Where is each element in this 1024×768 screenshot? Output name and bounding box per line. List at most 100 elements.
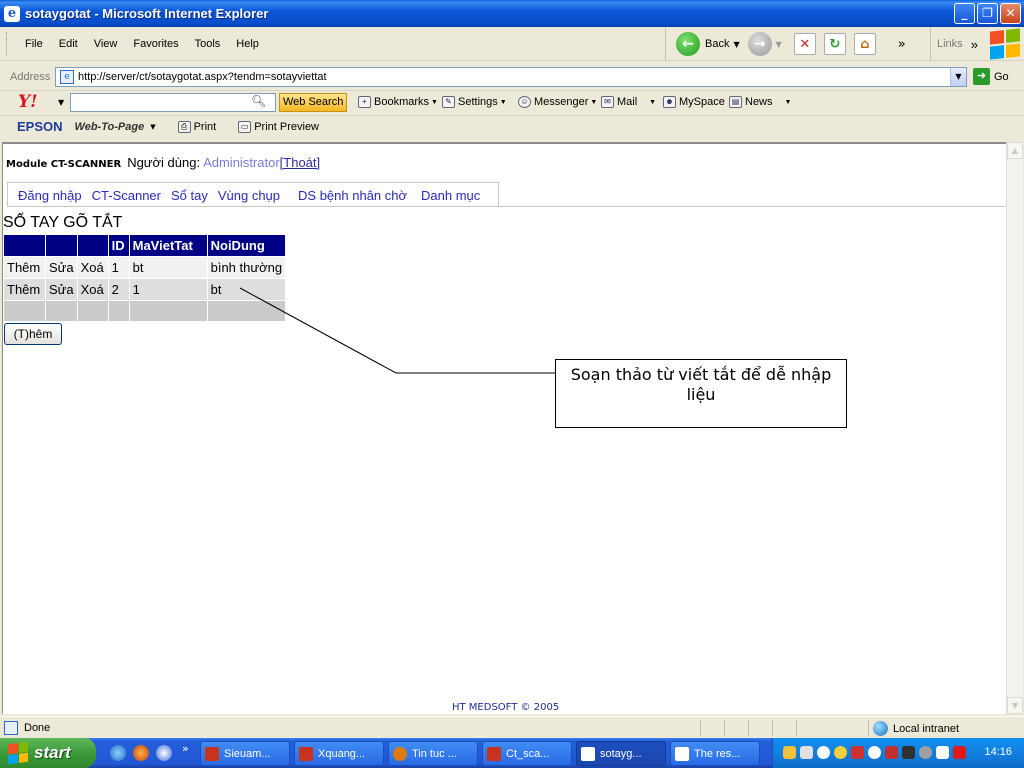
back-button-label[interactable]: Back (705, 38, 729, 50)
tray-icon[interactable] (919, 746, 932, 759)
page-status-icon (4, 720, 18, 735)
taskbar-button-sotaygotat[interactable]: sotayg... (576, 741, 666, 766)
page-footer: HT MEDSOFT © 2005 (452, 702, 560, 713)
bookmarks-button[interactable]: + Bookmarks ▼ (358, 96, 438, 108)
tray-icon[interactable] (936, 746, 949, 759)
myspace-button[interactable]: ☻ MySpace (663, 96, 725, 108)
tray-messenger-icon[interactable] (834, 746, 847, 759)
window-icon (581, 746, 595, 761)
magnifier-icon[interactable]: 🔍︎ (251, 94, 266, 108)
refresh-icon[interactable]: ↻ (823, 33, 846, 55)
quicklaunch-firefox-icon[interactable] (133, 745, 149, 761)
tray-icon[interactable] (800, 746, 813, 759)
address-input[interactable]: e http://server/ct/sotaygotat.aspx?tendm… (55, 67, 967, 87)
title-bar: e sotaygotat - Microsoft Internet Explor… (0, 0, 1024, 27)
status-text: Done (24, 721, 51, 734)
clock[interactable]: 14:16 (984, 746, 1012, 758)
tray-icon[interactable] (885, 746, 898, 759)
security-zone[interactable]: Local intranet (873, 721, 959, 736)
menu-file[interactable]: File (17, 38, 51, 50)
quicklaunch-overflow-icon[interactable]: » (182, 742, 189, 755)
menu-view[interactable]: View (86, 38, 126, 50)
windows-logo-icon (990, 28, 1020, 60)
print-preview-label: Print Preview (254, 120, 319, 133)
menu-edit[interactable]: Edit (51, 38, 86, 50)
page-content: Module CT-SCANNER Người dùng: Administra… (2, 142, 1006, 714)
yahoo-search-input[interactable] (70, 93, 276, 112)
yahoo-logo-icon[interactable]: Y! (18, 92, 52, 112)
tray-download-icon[interactable] (868, 746, 881, 759)
scroll-up-icon[interactable]: ▲ (1007, 142, 1023, 159)
menu-help[interactable]: Help (228, 38, 267, 50)
go-label: Go (994, 70, 1009, 83)
taskbar: start » Sieuam... Xquang... Tin tuc ... … (0, 738, 1024, 768)
ie-app-icon[interactable]: e (4, 5, 20, 22)
back-dropdown-icon[interactable]: ▼ (733, 40, 739, 49)
mail-label: Mail (617, 96, 638, 108)
settings-label: Settings (458, 96, 498, 108)
forward-dropdown-icon[interactable]: ▼ (776, 40, 782, 49)
yahoo-menu-dropdown-icon[interactable]: ▼ (58, 98, 64, 107)
mail-button[interactable]: ✉ Mail ▼ (601, 96, 656, 108)
tray-icon[interactable] (783, 746, 796, 759)
tray-antivirus-icon[interactable] (953, 746, 966, 759)
tray-icon[interactable] (851, 746, 864, 759)
zone-label: Local intranet (893, 722, 960, 735)
tray-icon[interactable] (817, 746, 830, 759)
links-overflow-icon[interactable]: » (971, 37, 978, 52)
address-dropdown-icon[interactable]: ▼ (950, 68, 966, 86)
minimize-button[interactable]: _ (954, 3, 975, 24)
page-icon: e (60, 70, 74, 84)
myspace-icon: ☻ (663, 96, 676, 108)
scroll-down-icon[interactable]: ▼ (1007, 697, 1023, 714)
news-button[interactable]: ▤ News ▼ (729, 96, 791, 108)
vertical-scrollbar[interactable]: ▲ ▼ (1006, 142, 1023, 714)
callout-pointer-line (239, 287, 555, 374)
taskbar-button-label: Tin tuc ... (412, 747, 457, 760)
taskbar-button-tintuc[interactable]: Tin tuc ... (388, 741, 478, 766)
menu-favorites[interactable]: Favorites (125, 38, 186, 50)
messenger-icon: ☺ (518, 96, 531, 108)
address-bar: Address e http://server/ct/sotaygotat.as… (0, 66, 1024, 88)
toolbar-grip[interactable] (6, 31, 9, 56)
quicklaunch-ie-icon[interactable] (110, 745, 126, 761)
print-preview-icon: ▭ (238, 120, 252, 133)
print-button[interactable]: ⎙ Print (177, 120, 217, 133)
epson-logo: EPSON (17, 119, 63, 134)
taskbar-button-label: Sieuam... (224, 747, 271, 760)
print-label: Print (193, 120, 217, 133)
taskbar-button-theres[interactable]: The res... (670, 741, 760, 766)
address-url[interactable]: http://server/ct/sotaygotat.aspx?tendm=s… (78, 71, 327, 83)
home-icon[interactable]: ⌂ (853, 33, 876, 55)
toolbar-overflow-icon[interactable]: » (898, 37, 906, 52)
taskbar-button-ctscanner[interactable]: Ct_sca... (482, 741, 572, 766)
web-to-page-dropdown-icon[interactable]: ▼ (150, 123, 155, 131)
links-label[interactable]: Links (937, 38, 963, 50)
maximize-button[interactable]: ❐ (977, 3, 998, 24)
taskbar-button-xquang[interactable]: Xquang... (294, 741, 384, 766)
start-button[interactable]: start (0, 738, 96, 768)
messenger-button[interactable]: ☺ Messenger ▼ (518, 96, 597, 108)
web-to-page-button[interactable]: Web-To-Page (75, 121, 145, 133)
window-controls: _ ❐ ✕ (954, 3, 1021, 24)
quicklaunch-download-icon[interactable] (156, 745, 172, 761)
epson-toolbar: EPSON Web-To-Page ▼ ⎙ Print ▭ Print Previe… (0, 115, 1024, 137)
back-arrow-icon[interactable]: ← (676, 32, 700, 56)
go-button[interactable]: ➜ Go (973, 68, 1009, 85)
windows-flag-icon (8, 741, 28, 765)
start-label: start (34, 743, 71, 762)
settings-button[interactable]: ✎ Settings ▼ (442, 96, 507, 108)
window-title: sotaygotat - Microsoft Internet Explorer (25, 6, 269, 21)
yahoo-toolbar: Y! ▼ 🔍︎ Web Search + Bookmarks ▼ ✎ Settings… (0, 90, 1024, 113)
print-preview-button[interactable]: ▭ Print Preview (238, 120, 319, 133)
forward-arrow-icon[interactable]: → (747, 32, 772, 56)
stop-icon[interactable]: ✕ (793, 33, 816, 55)
window-icon (299, 746, 313, 761)
tray-icon[interactable] (902, 746, 915, 759)
mail-icon: ✉ (601, 96, 614, 108)
close-button[interactable]: ✕ (1000, 3, 1021, 24)
bookmark-icon: + (358, 96, 371, 108)
taskbar-button-sieuam[interactable]: Sieuam... (200, 741, 290, 766)
web-search-button[interactable]: Web Search (279, 93, 348, 112)
menu-tools[interactable]: Tools (187, 38, 229, 50)
